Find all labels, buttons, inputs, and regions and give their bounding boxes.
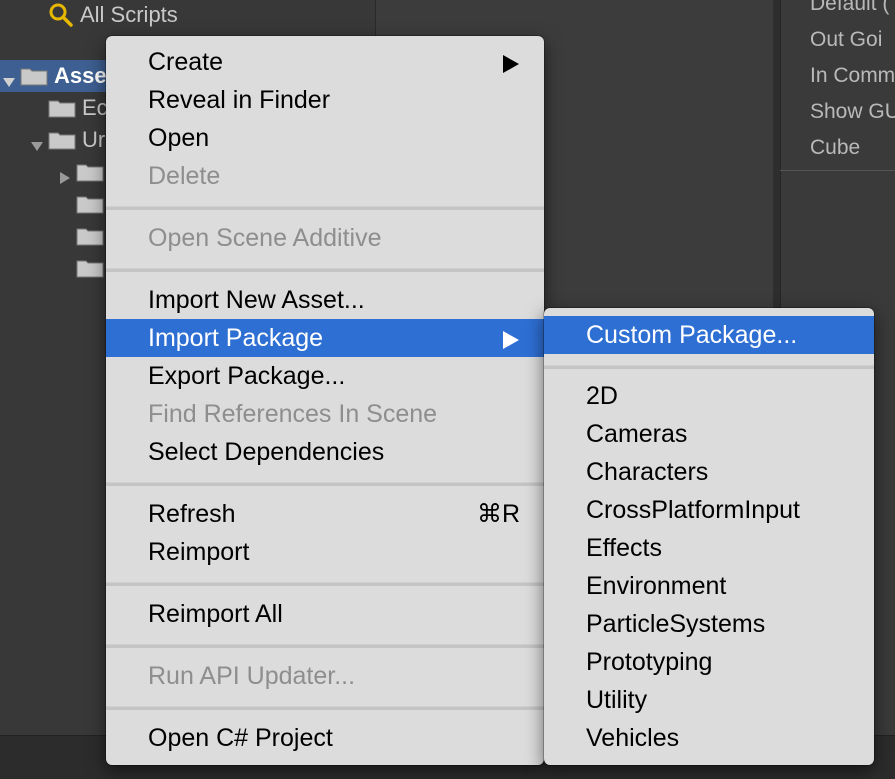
menu-item-run-api-updater: Run API Updater... (106, 658, 544, 694)
menu-item-label: Import Package (148, 323, 324, 352)
menu-item-select-dependencies[interactable]: Select Dependencies (106, 434, 544, 470)
menu-item-reimport[interactable]: Reimport (106, 534, 544, 570)
menu-item-label: Prototyping (586, 647, 713, 676)
tree-item-label: Ec (82, 95, 108, 120)
submenu-item-effects[interactable]: Effects (544, 530, 874, 566)
submenu-arrow-icon (502, 52, 520, 73)
menu-item-label: Find References In Scene (148, 399, 438, 428)
divider (780, 170, 895, 171)
tree-item-folder[interactable] (76, 252, 104, 284)
submenu-item-particlesystems[interactable]: ParticleSystems (544, 606, 874, 642)
menu-item-refresh[interactable]: Refresh ⌘R (106, 496, 544, 532)
menu-item-open[interactable]: Open (106, 120, 544, 156)
submenu-item-crossplatforminput[interactable]: CrossPlatformInput (544, 492, 874, 528)
console-item[interactable]: Cube (810, 130, 895, 166)
console-item[interactable]: Out Goi (810, 22, 895, 58)
submenu-item-utility[interactable]: Utility (544, 682, 874, 718)
submenu-item-cameras[interactable]: Cameras (544, 416, 874, 452)
menu-separator (106, 268, 544, 272)
menu-item-label: 2D (586, 381, 618, 410)
menu-item-label: Reimport (148, 537, 250, 566)
submenu-item-environment[interactable]: Environment (544, 568, 874, 604)
menu-separator (544, 365, 874, 369)
shortcut-label: ⌘R (476, 500, 520, 528)
submenu-arrow-icon (502, 328, 520, 349)
menu-item-label: Select Dependencies (148, 437, 385, 466)
submenu-item-2d[interactable]: 2D (544, 378, 874, 414)
console-item[interactable]: Default ( (810, 0, 895, 22)
menu-item-label: Characters (586, 457, 709, 486)
menu-item-reveal-in-finder[interactable]: Reveal in Finder (106, 82, 544, 118)
folder-icon (76, 162, 104, 182)
menu-item-label: Reveal in Finder (148, 85, 331, 114)
menu-item-find-references-in-scene: Find References In Scene (106, 396, 544, 432)
tree-item-folder[interactable] (58, 156, 104, 188)
menu-item-import-new-asset[interactable]: Import New Asset... (106, 282, 544, 318)
tree-item-editor[interactable]: Ec (48, 92, 108, 124)
menu-item-label: Custom Package... (586, 320, 798, 349)
folder-icon (76, 194, 104, 214)
menu-item-label: Open Scene Additive (148, 223, 382, 252)
menu-item-label: Export Package... (148, 361, 346, 390)
folder-icon (20, 66, 48, 86)
menu-item-reimport-all[interactable]: Reimport All (106, 596, 544, 632)
menu-separator (106, 706, 544, 710)
tree-item-label: Asse (54, 63, 107, 88)
menu-item-label: Utility (586, 685, 648, 714)
menu-item-create[interactable]: Create (106, 44, 544, 80)
menu-item-label: ParticleSystems (586, 609, 766, 638)
all-scripts-label: All Scripts (80, 2, 178, 27)
menu-item-label: Open C# Project (148, 723, 333, 752)
menu-item-label: CrossPlatformInput (586, 495, 800, 524)
menu-item-delete: Delete (106, 158, 544, 194)
menu-separator (106, 582, 544, 586)
menu-separator (106, 206, 544, 210)
menu-item-open-csharp-project[interactable]: Open C# Project (106, 720, 544, 756)
import-package-submenu: Custom Package... 2D Cameras Characters … (544, 308, 874, 765)
collapsed-arrow-icon[interactable] (58, 165, 72, 184)
expanded-arrow-icon[interactable] (2, 69, 16, 87)
tree-item-folder[interactable] (76, 220, 104, 252)
tree-item-label: Ur (82, 127, 106, 152)
menu-item-label: Import New Asset... (148, 285, 365, 314)
tree-item-folder[interactable] (76, 188, 104, 220)
menu-item-label: Delete (148, 161, 221, 190)
menu-separator (106, 644, 544, 648)
submenu-item-prototyping[interactable]: Prototyping (544, 644, 874, 680)
menu-item-open-scene-additive: Open Scene Additive (106, 220, 544, 256)
menu-item-import-package[interactable]: Import Package (106, 319, 544, 357)
menu-item-label: Open (148, 123, 210, 152)
context-menu: Create Reveal in Finder Open Delete Open… (106, 36, 544, 765)
console-item[interactable]: In Comm (810, 58, 895, 94)
menu-item-label: Environment (586, 571, 727, 600)
menu-item-label: Reimport All (148, 599, 283, 628)
folder-icon (48, 130, 76, 150)
expanded-arrow-icon[interactable] (30, 133, 44, 151)
submenu-item-vehicles[interactable]: Vehicles (544, 720, 874, 756)
menu-item-label: Cameras (586, 419, 688, 448)
console-list: Default ( Out Goi In Comm Show GU Cube (810, 0, 895, 166)
menu-separator (106, 482, 544, 486)
tree-item-unity[interactable]: Ur (30, 124, 105, 156)
menu-item-label: Create (148, 47, 224, 76)
folder-icon (48, 98, 76, 118)
folder-icon (76, 258, 104, 278)
menu-item-label: Effects (586, 533, 662, 562)
console-item[interactable]: Show GU (810, 94, 895, 130)
folder-icon (76, 226, 104, 246)
menu-item-export-package[interactable]: Export Package... (106, 358, 544, 394)
menu-item-label: Vehicles (586, 723, 680, 752)
search-icon (48, 2, 74, 28)
submenu-item-custom-package[interactable]: Custom Package... (544, 316, 874, 354)
submenu-item-characters[interactable]: Characters (544, 454, 874, 490)
menu-item-label: Run API Updater... (148, 661, 356, 690)
all-scripts-favorite[interactable]: All Scripts (48, 0, 178, 30)
menu-item-label: Refresh (148, 499, 236, 528)
